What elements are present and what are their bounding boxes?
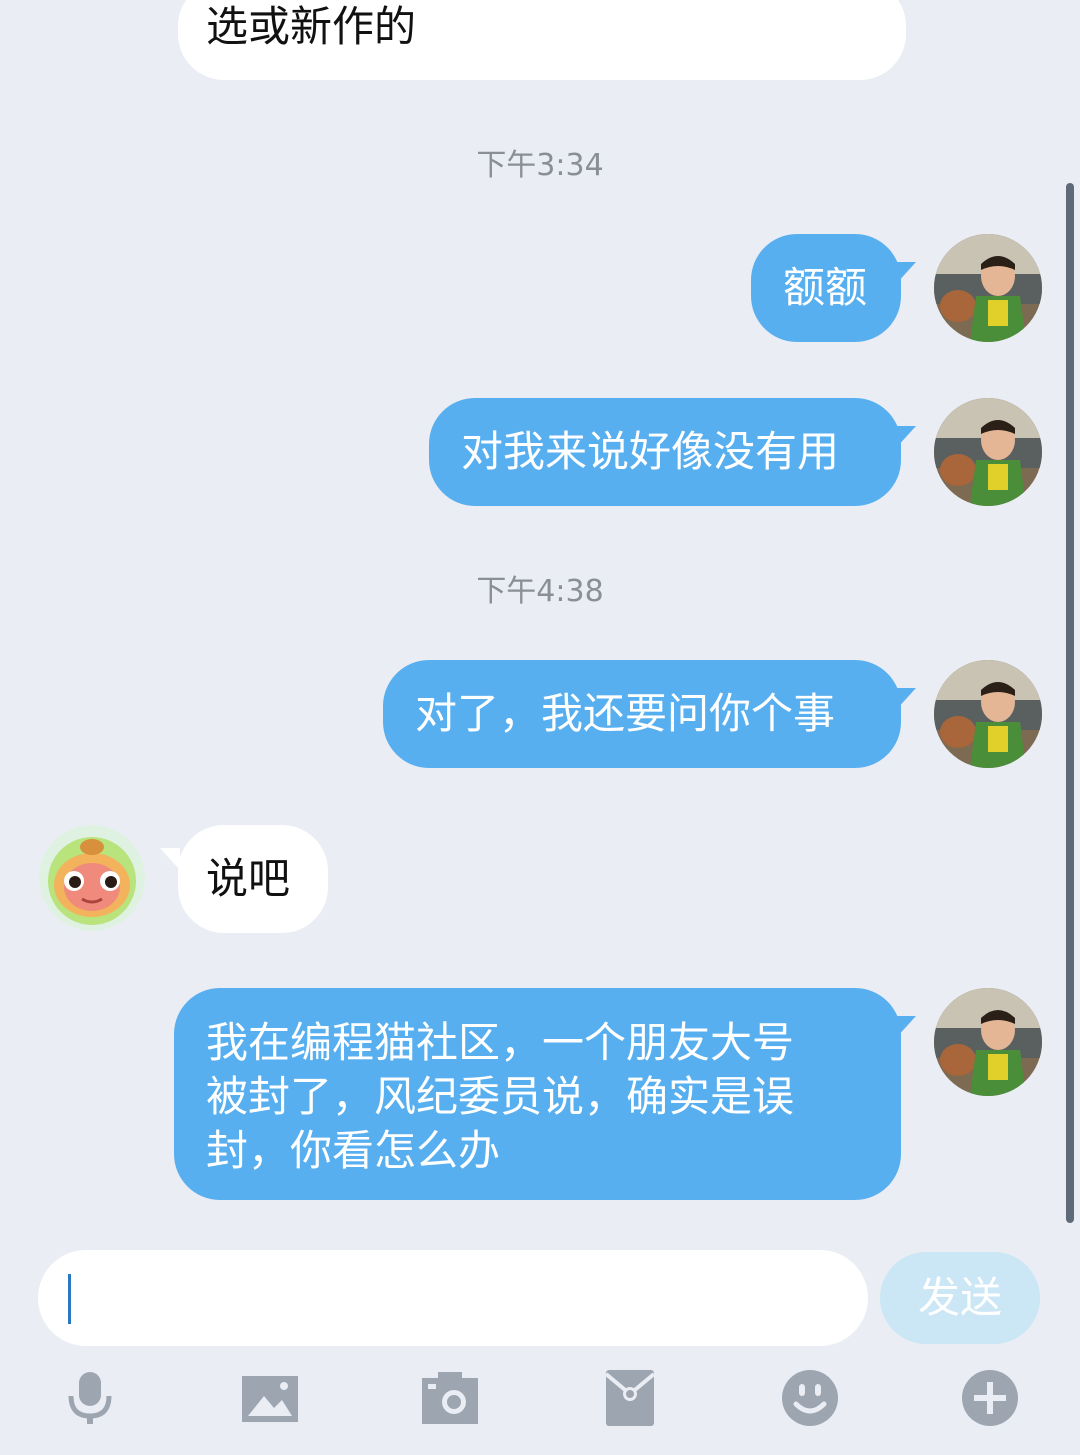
plus-icon[interactable] — [960, 1368, 1020, 1428]
camera-icon[interactable] — [420, 1368, 480, 1428]
message-text-line: 被封了，风纪委员说，确实是误 — [206, 1072, 795, 1121]
child-photo-icon — [934, 398, 1042, 506]
bubble-tail — [160, 848, 180, 870]
chat-area[interactable]: 选或新作的 下午3:34 额额 对我来说好像没有用 下午4:38 对了，我还要问… — [0, 0, 1080, 1228]
child-photo-icon — [934, 660, 1042, 768]
message-text: 额额 — [783, 263, 868, 312]
bubble-tail — [896, 1016, 916, 1038]
message-bubble-outgoing[interactable]: 额额 — [751, 234, 901, 342]
message-text: 对了，我还要问你个事 — [415, 689, 836, 738]
child-photo-icon — [934, 234, 1042, 342]
composer-bar: 发送 — [0, 1228, 1080, 1455]
cartoon-avatar-icon — [39, 825, 145, 931]
message-bubble-incoming[interactable]: 选或新作的 — [178, 0, 906, 80]
bubble-tail — [896, 262, 916, 284]
send-button[interactable]: 发送 — [880, 1252, 1040, 1344]
message-text-line: 封，你看怎么办 — [206, 1126, 501, 1175]
avatar-self[interactable] — [934, 398, 1042, 506]
text-caret — [68, 1274, 71, 1324]
message-bubble-outgoing[interactable]: 我在编程猫社区，一个朋友大号 被封了，风纪委员说，确实是误 封，你看怎么办 — [174, 988, 901, 1200]
message-bubble-outgoing[interactable]: 对了，我还要问你个事 — [383, 660, 901, 768]
bubble-tail — [896, 426, 916, 448]
timestamp: 下午3:34 — [476, 148, 604, 183]
avatar-self[interactable] — [934, 988, 1042, 1096]
avatar-contact[interactable] — [38, 825, 146, 931]
message-text: 选或新作的 — [206, 2, 417, 51]
avatar-self[interactable] — [934, 234, 1042, 342]
message-text: 说吧 — [206, 854, 291, 903]
image-icon[interactable] — [240, 1368, 300, 1428]
microphone-icon[interactable] — [60, 1368, 120, 1428]
message-bubble-incoming[interactable]: 说吧 — [178, 825, 328, 933]
scrollbar[interactable] — [1066, 183, 1074, 1223]
message-text: 对我来说好像没有用 — [461, 427, 840, 476]
child-photo-icon — [934, 988, 1042, 1096]
red-packet-icon[interactable] — [600, 1368, 660, 1428]
avatar-self[interactable] — [934, 660, 1042, 768]
bubble-tail — [896, 688, 916, 710]
timestamp: 下午4:38 — [476, 574, 604, 609]
emoji-icon[interactable] — [780, 1368, 840, 1428]
message-bubble-outgoing[interactable]: 对我来说好像没有用 — [429, 398, 901, 506]
message-text-line: 我在编程猫社区，一个朋友大号 — [206, 1018, 795, 1067]
message-input[interactable] — [38, 1250, 868, 1346]
